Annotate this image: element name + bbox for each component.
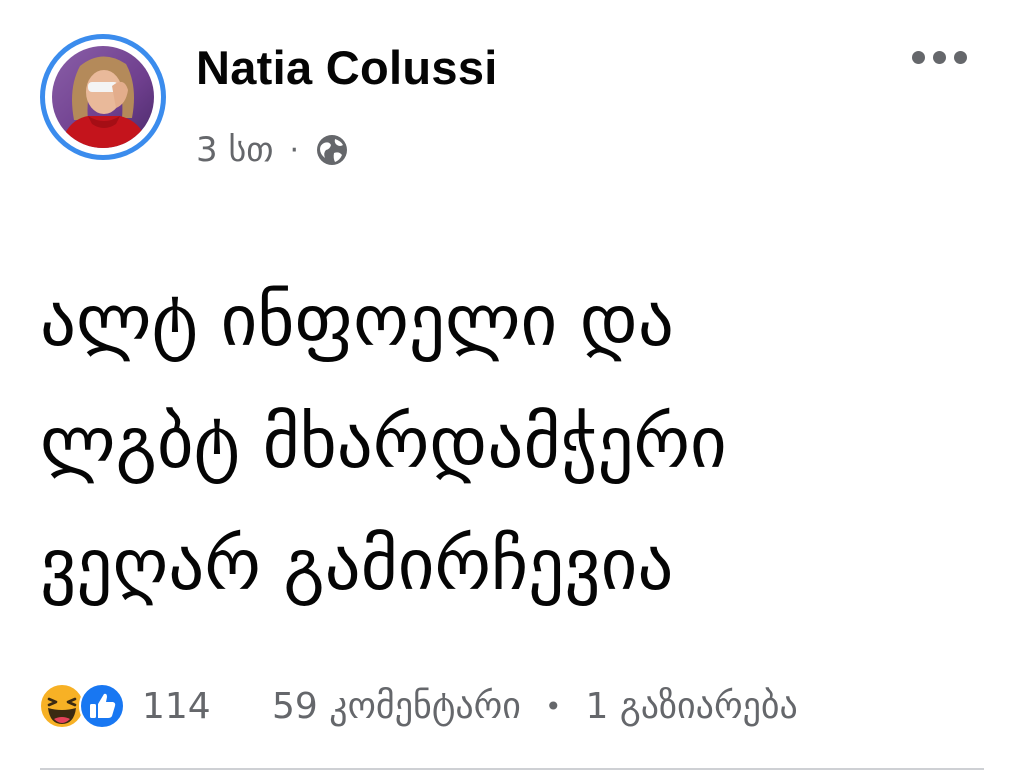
engagement-stats: 59 კომენტარი • 1 გაზიარება: [272, 682, 798, 730]
reaction-count: 114: [142, 685, 211, 727]
post-timestamp[interactable]: 3 სთ: [196, 130, 273, 170]
shares-count-link[interactable]: 1 გაზიარება: [585, 686, 797, 727]
comments-count-link[interactable]: 59 კომენტარი: [272, 686, 521, 727]
like-icon: [78, 682, 126, 730]
post-meta: 3 სთ ·: [196, 126, 349, 174]
more-options-button[interactable]: [902, 36, 978, 80]
globe-icon[interactable]: [315, 133, 349, 167]
post-text-line: ვეღარ გამირჩევია: [40, 523, 674, 606]
post-text-line: ალტ ინფოელი და: [40, 279, 674, 362]
author-name[interactable]: Natia Colussi: [196, 40, 498, 95]
stats-separator: •: [544, 689, 562, 723]
reactions-summary[interactable]: 114: [38, 682, 211, 730]
avatar[interactable]: [52, 46, 154, 148]
facebook-post: Natia Colussi 3 სთ · ალტ ინფოელი და ლგბტ…: [0, 0, 1024, 776]
post-text: ალტ ინფოელი და ლგბტ მხარდამჭერი ვეღარ გა…: [40, 260, 1000, 626]
post-text-line: ლგბტ მხარდამჭერი: [40, 401, 727, 484]
meta-separator: ·: [289, 132, 299, 168]
divider: [40, 768, 984, 770]
